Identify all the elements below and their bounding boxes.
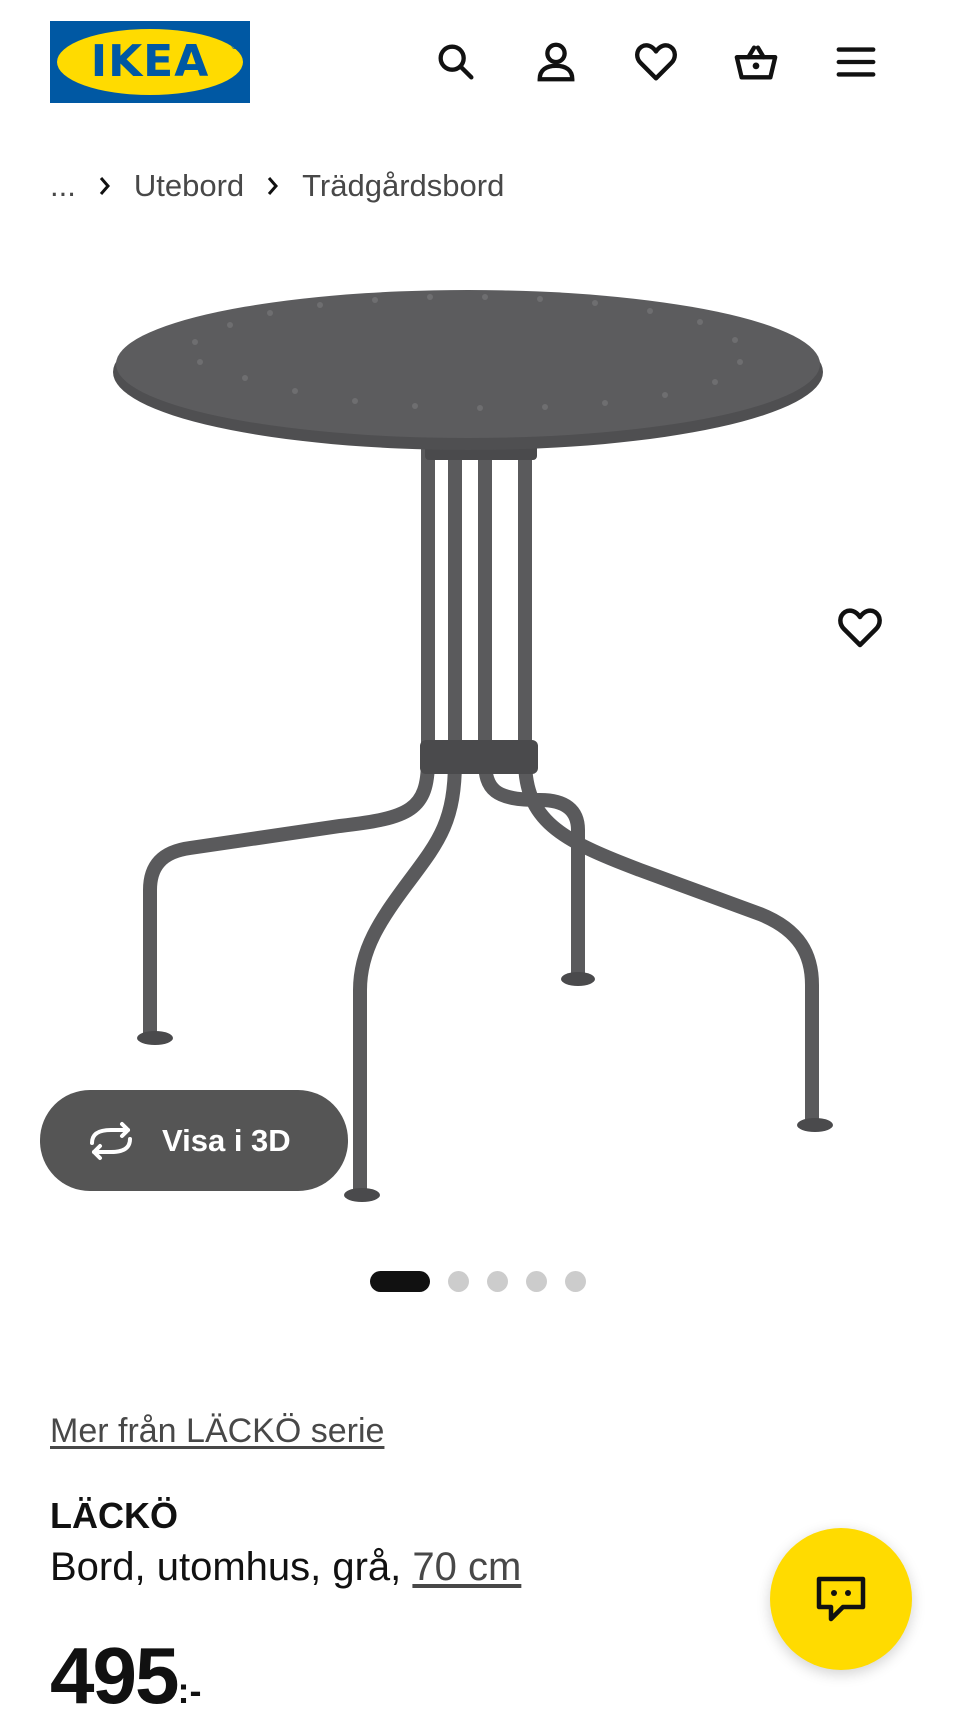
- heart-icon[interactable]: [630, 36, 682, 88]
- breadcrumb-ellipsis[interactable]: ...: [50, 168, 76, 204]
- product-image-gallery[interactable]: [0, 250, 960, 1230]
- favorite-product-button[interactable]: [808, 576, 912, 680]
- chat-button[interactable]: [770, 1528, 912, 1670]
- chevron-right-icon: [266, 175, 280, 197]
- chevron-right-icon: [98, 175, 112, 197]
- product-description: Bord, utomhus, grå, 70 cm: [50, 1545, 521, 1590]
- breadcrumb-utebord[interactable]: Utebord: [134, 168, 244, 204]
- menu-icon[interactable]: [830, 36, 882, 88]
- price-integer: 495: [50, 1631, 179, 1720]
- product-image-table: [113, 290, 833, 1202]
- heart-icon: [838, 608, 882, 648]
- rotate-3d-icon: [90, 1121, 132, 1160]
- series-link[interactable]: Mer från LÄCKÖ serie: [50, 1412, 384, 1451]
- search-icon[interactable]: [430, 36, 482, 88]
- gallery-dot-1[interactable]: [370, 1270, 430, 1292]
- site-header: IKEA ®: [0, 0, 960, 125]
- gallery-dot-4[interactable]: [526, 1270, 547, 1292]
- breadcrumb: ... Utebord Trädgårdsbord: [50, 166, 504, 206]
- gallery-pagination: [370, 1270, 586, 1292]
- product-price: 495 :-: [50, 1630, 201, 1722]
- logo-text: IKEA: [90, 36, 210, 87]
- breadcrumb-tradgardsbord[interactable]: Trädgårdsbord: [302, 168, 504, 204]
- view-in-3d-label: Visa i 3D: [162, 1122, 291, 1158]
- gallery-dot-5[interactable]: [565, 1270, 586, 1292]
- product-description-text: Bord, utomhus, grå,: [50, 1545, 413, 1589]
- account-icon[interactable]: [530, 36, 582, 88]
- basket-icon[interactable]: [730, 36, 782, 88]
- ikea-logo[interactable]: IKEA ®: [50, 21, 250, 103]
- gallery-dot-3[interactable]: [487, 1270, 508, 1292]
- view-in-3d-button[interactable]: Visa i 3D: [40, 1090, 348, 1191]
- logo-registered-mark: ®: [231, 41, 238, 51]
- product-name: LÄCKÖ: [50, 1495, 178, 1536]
- gallery-dot-2[interactable]: [448, 1270, 469, 1292]
- size-link[interactable]: 70 cm: [412, 1545, 521, 1589]
- price-suffix: :-: [177, 1670, 202, 1711]
- chat-icon: [816, 1576, 866, 1622]
